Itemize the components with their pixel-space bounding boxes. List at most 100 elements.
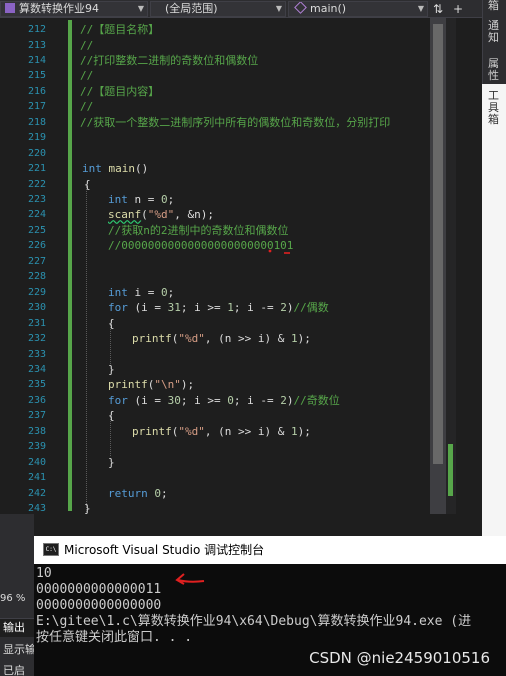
number-token: 0 — [161, 193, 168, 206]
code-line-216: //【题目内容】 — [80, 84, 160, 98]
rail-tab-notifications[interactable]: 通知 — [488, 20, 502, 44]
line-number: 223 — [27, 194, 46, 205]
function-token: main — [108, 162, 136, 176]
function-token: printf — [132, 424, 172, 438]
code-token: ); — [180, 378, 195, 392]
number-token: 0 — [154, 486, 161, 500]
project-icon — [5, 3, 15, 13]
code-token: ; i >= — [180, 393, 228, 407]
line-number: 231 — [27, 317, 46, 329]
number-token: 0 — [227, 393, 234, 407]
code-line-217: // — [80, 100, 94, 114]
zoom-level[interactable]: 96 % — [0, 592, 25, 606]
code-line-212: //【题目名称】 — [80, 23, 160, 36]
code-token: n = — [127, 193, 161, 206]
punctuation-token: () — [135, 162, 149, 176]
code-line-242: return 0; — [108, 486, 168, 501]
line-number: 241 — [27, 472, 46, 484]
code-token: , (n >> i) & — [204, 332, 291, 345]
rail-tab-toolbox[interactable]: 工具箱 — [488, 90, 502, 126]
scrollbar-annotation-strip — [446, 18, 456, 514]
code-line-236: for (i = 30; i >= 0; i -= 2)//奇数位 — [108, 393, 340, 408]
code-line-243: } — [84, 502, 91, 514]
console-line: E:\gitee\1.c\算数转换作业94\x64\Debug\算数转换作业94… — [36, 614, 472, 629]
line-number: 239 — [27, 441, 46, 453]
console-icon: C:\ — [43, 543, 59, 556]
code-line-224: scanf("%d", &n); — [108, 207, 214, 222]
sync-navigation-button[interactable]: ⇅ — [430, 0, 446, 18]
line-number: 212 — [27, 24, 46, 35]
number-token: 31 — [167, 301, 181, 315]
project-dropdown[interactable]: 算数转换作业94 ▼ — [0, 1, 148, 17]
line-number: 228 — [27, 271, 46, 283]
scope-dropdown[interactable]: (全局范围) ▼ — [150, 1, 286, 17]
number-token: 1 — [290, 332, 298, 345]
comment-token: //偶数 — [293, 301, 329, 315]
function-token: printf — [132, 332, 172, 345]
code-line-240: } — [108, 455, 115, 469]
line-number: 233 — [27, 348, 46, 360]
line-number: 220 — [27, 147, 46, 159]
rail-tab-properties[interactable]: 属性 — [488, 58, 502, 82]
line-number: 226 — [27, 240, 46, 252]
chevron-down-icon: ▼ — [275, 4, 282, 13]
string-token: "%d" — [178, 424, 205, 438]
member-dropdown[interactable]: main() ▼ — [288, 1, 428, 17]
indent-guide — [86, 186, 87, 514]
split-editor-button[interactable]: + — [450, 0, 466, 18]
line-number: 218 — [27, 116, 46, 128]
annotation-dots — [268, 249, 290, 254]
function-token: printf — [108, 378, 148, 392]
console-title-bar[interactable]: C:\ Microsoft Visual Studio 调试控制台 — [34, 536, 506, 564]
code-line-237: { — [108, 409, 115, 423]
comment-token: //奇数位 — [293, 393, 340, 407]
code-line-234: } — [108, 362, 115, 376]
rail-tab-clipped[interactable]: 箱 — [488, 0, 502, 12]
number-token: 1 — [227, 301, 234, 315]
line-number: 236 — [27, 394, 46, 406]
code-line-221: int main() — [82, 161, 148, 176]
line-number: 219 — [27, 132, 46, 144]
line-number: 232 — [27, 333, 46, 344]
scrollbar-thumb[interactable] — [433, 24, 443, 464]
code-editor[interactable]: //【题目名称】 // //打印整数二进制的奇数位和偶数位 // //【题目内容… — [80, 18, 430, 514]
console-line: 按任意键关闭此窗口. . . — [36, 630, 193, 645]
code-token: ; i >= — [180, 301, 228, 315]
keyword-token: return — [108, 486, 148, 500]
number-token: 2 — [280, 393, 287, 407]
number-token: 1 — [290, 424, 298, 438]
code-line-230: for (i = 31; i >= 1; i -= 2)//偶数 — [108, 300, 329, 315]
console-line: 0000000000000000 — [36, 598, 162, 613]
line-number: 240 — [27, 456, 46, 468]
code-token: , (n >> i) & — [204, 424, 291, 438]
code-token: ( — [141, 208, 148, 222]
scope-dropdown-label: (全局范围) — [165, 2, 218, 15]
keyword-token: int — [82, 162, 102, 176]
line-number: 230 — [27, 302, 46, 314]
tab-output[interactable]: 输出 — [0, 618, 34, 637]
line-number: 242 — [27, 487, 46, 499]
line-number: 215 — [27, 70, 46, 82]
code-line-238: printf("%d", (n >> i) & 1); — [132, 424, 311, 439]
line-number: 235 — [27, 379, 46, 391]
code-token: (i = — [127, 301, 168, 315]
code-token: i = — [127, 285, 161, 299]
vertical-scrollbar[interactable] — [430, 18, 446, 514]
string-token: "\n" — [154, 378, 181, 392]
keyword-token: for — [108, 301, 128, 315]
code-line-229: int i = 0; — [108, 285, 174, 300]
line-number: 217 — [27, 101, 46, 113]
editor-navigation-bar: 算数转换作业94 ▼ (全局范围) ▼ main() ▼ ⇅ + — [0, 0, 482, 18]
line-number: 216 — [27, 85, 46, 97]
keyword-token: for — [108, 393, 128, 407]
line-number: 213 — [27, 39, 46, 51]
function-token: scanf — [108, 208, 142, 222]
code-line-222: { — [84, 177, 91, 191]
line-number: 222 — [27, 178, 46, 190]
chevron-down-icon: ▼ — [417, 4, 424, 13]
chevron-down-icon: ▼ — [137, 4, 144, 13]
line-number: 225 — [27, 224, 46, 236]
code-line-231: { — [108, 316, 115, 330]
string-token: "%d" — [147, 208, 175, 222]
member-dropdown-label: main() — [310, 2, 347, 15]
